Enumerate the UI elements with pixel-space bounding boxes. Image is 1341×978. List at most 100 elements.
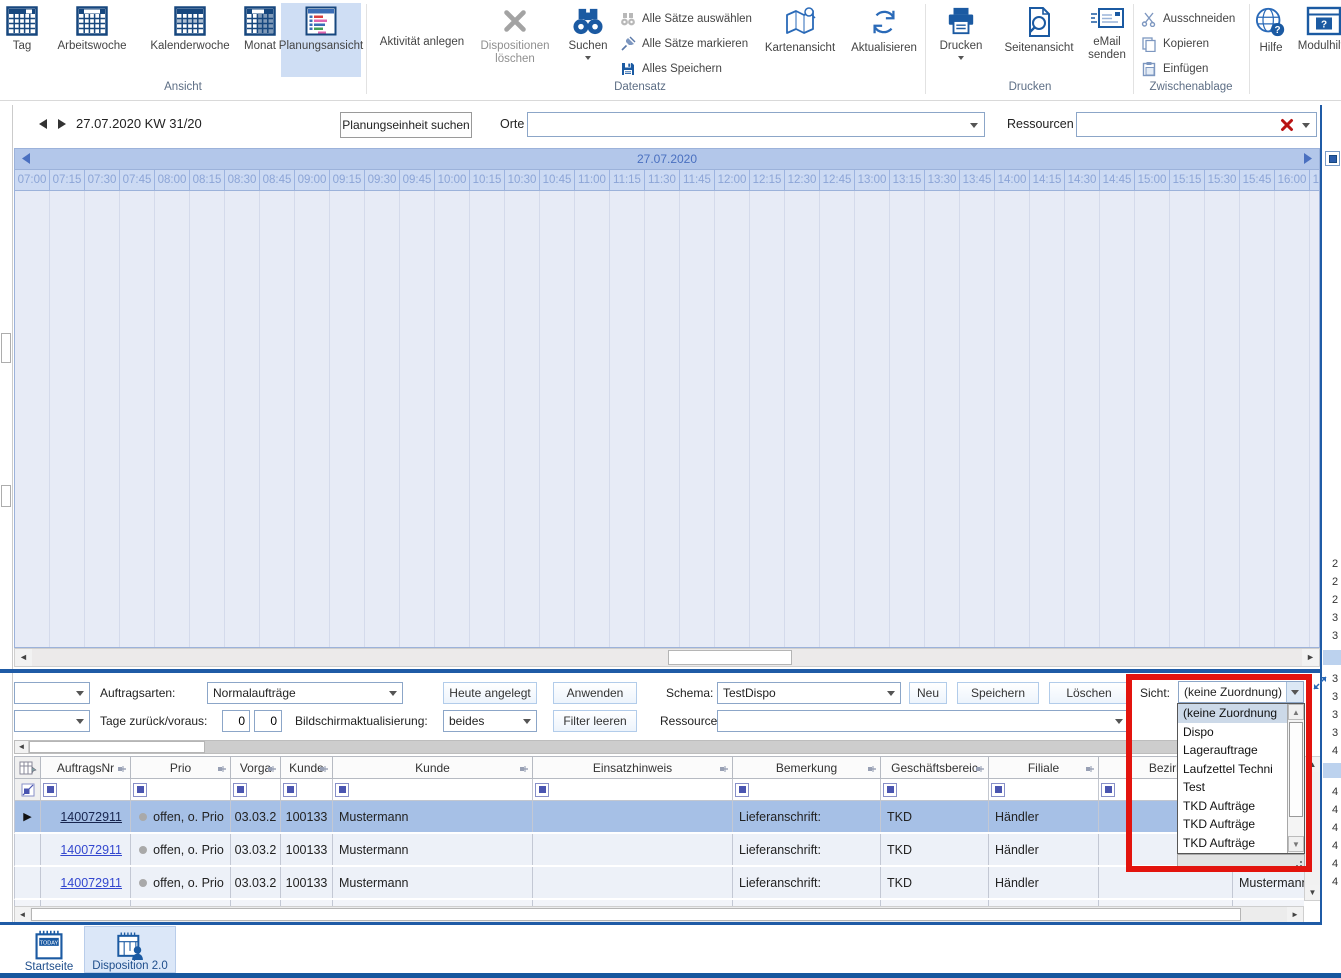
- dropdown-arrow-icon[interactable]: [389, 691, 397, 700]
- scroll-down-icon[interactable]: ▼: [1288, 836, 1304, 852]
- time-slot[interactable]: 14:15: [1030, 170, 1065, 190]
- time-slot[interactable]: 15:45: [1240, 170, 1275, 190]
- pin-icon[interactable]: [975, 764, 985, 774]
- collapsed-panel-fragment[interactable]: [1, 485, 11, 507]
- ressourcen-filter-combobox[interactable]: [717, 710, 1129, 732]
- neu-button[interactable]: Neu: [909, 682, 947, 704]
- pin-icon[interactable]: [267, 764, 277, 774]
- kopieren-item[interactable]: Kopieren: [1141, 33, 1209, 55]
- column-header-geschaeftsbereich[interactable]: Geschäftsbereic: [881, 757, 989, 778]
- sicht-option[interactable]: Test: [1178, 778, 1288, 797]
- sicht-option[interactable]: Dispo: [1178, 723, 1288, 742]
- time-slot[interactable]: 14:00: [995, 170, 1030, 190]
- clear-ressourcen-icon[interactable]: [1280, 118, 1294, 132]
- filter-icon[interactable]: [133, 783, 147, 797]
- dropdown-arrow-icon[interactable]: [523, 719, 531, 728]
- time-slot[interactable]: 09:00: [295, 170, 330, 190]
- scrollbar-thumb[interactable]: [668, 650, 792, 665]
- ribbon-planungsansicht-button[interactable]: Planungsansicht: [281, 3, 361, 77]
- column-header-einsatzhinweis[interactable]: Einsatzhinweis: [533, 757, 733, 778]
- filter-cell-filiale[interactable]: [989, 779, 1099, 800]
- ribbon-tag-button[interactable]: Tag: [4, 3, 40, 77]
- time-slot[interactable]: 10:00: [435, 170, 470, 190]
- sicht-dropdown-button[interactable]: [1286, 682, 1303, 702]
- filter-cell-kunde-nr[interactable]: [281, 779, 333, 800]
- sicht-option[interactable]: Laufzettel Techni: [1178, 760, 1288, 779]
- horizontal-splitter[interactable]: [0, 669, 1322, 673]
- timeline-canvas[interactable]: [15, 191, 1319, 647]
- time-slot[interactable]: 08:30: [225, 170, 260, 190]
- pin-icon[interactable]: [719, 764, 729, 774]
- grid-corner-cell[interactable]: [15, 757, 41, 778]
- timeline-scroll-left-icon[interactable]: [22, 153, 30, 164]
- anwenden-button[interactable]: Anwenden: [553, 682, 637, 704]
- sicht-option[interactable]: TKD Aufträge: [1178, 797, 1288, 816]
- time-slot[interactable]: 09:30: [365, 170, 400, 190]
- speichern-button[interactable]: Speichern: [957, 682, 1039, 704]
- time-slot[interactable]: 15:15: [1170, 170, 1205, 190]
- orte-combobox[interactable]: [527, 112, 985, 137]
- time-slot[interactable]: 08:15: [190, 170, 225, 190]
- scrollbar-thumb[interactable]: [1289, 722, 1303, 817]
- pin-icon[interactable]: [217, 764, 227, 774]
- pin-icon[interactable]: [1085, 764, 1095, 774]
- ribbon-arbeitswoche-button[interactable]: Arbeitswoche: [44, 3, 140, 77]
- filter-leeren-button[interactable]: Filter leeren: [553, 710, 637, 732]
- expand-icon[interactable]: [1313, 676, 1327, 690]
- time-slot[interactable]: 12:45: [820, 170, 855, 190]
- timeline-scroll-right-icon[interactable]: [1304, 153, 1312, 164]
- grid-vertical-scrollbar[interactable]: ▲ ▼: [1304, 756, 1321, 901]
- scrollbar-thumb[interactable]: [31, 908, 1241, 921]
- bildschirmaktualisierung-combobox[interactable]: beides: [443, 710, 537, 732]
- tage-zurueck-input[interactable]: [222, 710, 250, 732]
- filter-icon[interactable]: [535, 783, 549, 797]
- panel-toggle-icon[interactable]: [1325, 151, 1340, 166]
- hilfe-button[interactable]: ? Hilfe: [1251, 3, 1291, 77]
- filter-cell-einsatzhinweis[interactable]: [533, 779, 733, 800]
- time-slot[interactable]: 07:00: [15, 170, 50, 190]
- filter-cell-geschaeftsbereich[interactable]: [881, 779, 989, 800]
- kartenansicht-button[interactable]: Kartenansicht: [758, 3, 842, 77]
- time-slot[interactable]: 10:45: [540, 170, 575, 190]
- column-header-prio[interactable]: Prio: [131, 757, 231, 778]
- filter-icon[interactable]: [43, 783, 57, 797]
- time-slot[interactable]: 12:30: [785, 170, 820, 190]
- pin-icon[interactable]: [867, 764, 877, 774]
- dropdown-arrow-icon[interactable]: [970, 123, 978, 132]
- scroll-right-icon[interactable]: ►: [1287, 907, 1303, 922]
- filter-icon[interactable]: [735, 783, 749, 797]
- aktivitaet-anlegen-button[interactable]: Aktivität anlegen: [372, 3, 472, 77]
- time-slot[interactable]: 07:30: [85, 170, 120, 190]
- auftragsnr-link[interactable]: 140072911: [60, 810, 130, 824]
- filter-icon[interactable]: [991, 783, 1005, 797]
- auftragsnr-link[interactable]: 140072911: [60, 876, 130, 890]
- next-date-icon[interactable]: [57, 118, 67, 130]
- time-slot[interactable]: 11:30: [645, 170, 680, 190]
- aktualisieren-button[interactable]: Aktualisieren: [845, 3, 923, 77]
- grid-horizontal-scrollbar[interactable]: ◄ ►: [14, 906, 1304, 923]
- filter-icon[interactable]: [883, 783, 897, 797]
- drucken-button[interactable]: Drucken: [930, 3, 992, 77]
- time-slot[interactable]: 11:00: [575, 170, 610, 190]
- time-slot[interactable]: 10:15: [470, 170, 505, 190]
- sicht-option[interactable]: (keine Zuordnung: [1178, 704, 1288, 723]
- heute-angelegt-button[interactable]: Heute angelegt: [443, 682, 537, 704]
- alle-saetze-markieren-item[interactable]: Alle Sätze markieren: [620, 33, 748, 55]
- time-slot[interactable]: 08:45: [260, 170, 295, 190]
- previous-date-icon[interactable]: [38, 118, 48, 130]
- time-slot[interactable]: 16:00: [1275, 170, 1310, 190]
- time-slot[interactable]: 09:15: [330, 170, 365, 190]
- time-slot[interactable]: 16:15: [1310, 170, 1319, 190]
- time-slot[interactable]: 13:30: [925, 170, 960, 190]
- column-header-bemerkung[interactable]: Bemerkung: [733, 757, 881, 778]
- time-slot[interactable]: 11:45: [680, 170, 715, 190]
- table-row[interactable]: 140072911 offen, o. Prio 03.03.2 100133 …: [14, 834, 1304, 867]
- time-slot[interactable]: 12:15: [750, 170, 785, 190]
- time-slot[interactable]: 11:15: [610, 170, 645, 190]
- filter-combobox-1[interactable]: [14, 682, 90, 704]
- resize-grip-icon[interactable]: [1292, 857, 1302, 867]
- dropdown-arrow-icon[interactable]: [1115, 719, 1123, 728]
- time-slot[interactable]: 10:30: [505, 170, 540, 190]
- scroll-up-icon[interactable]: ▲: [1288, 704, 1304, 720]
- column-header-vorgabe[interactable]: Vorga: [231, 757, 281, 778]
